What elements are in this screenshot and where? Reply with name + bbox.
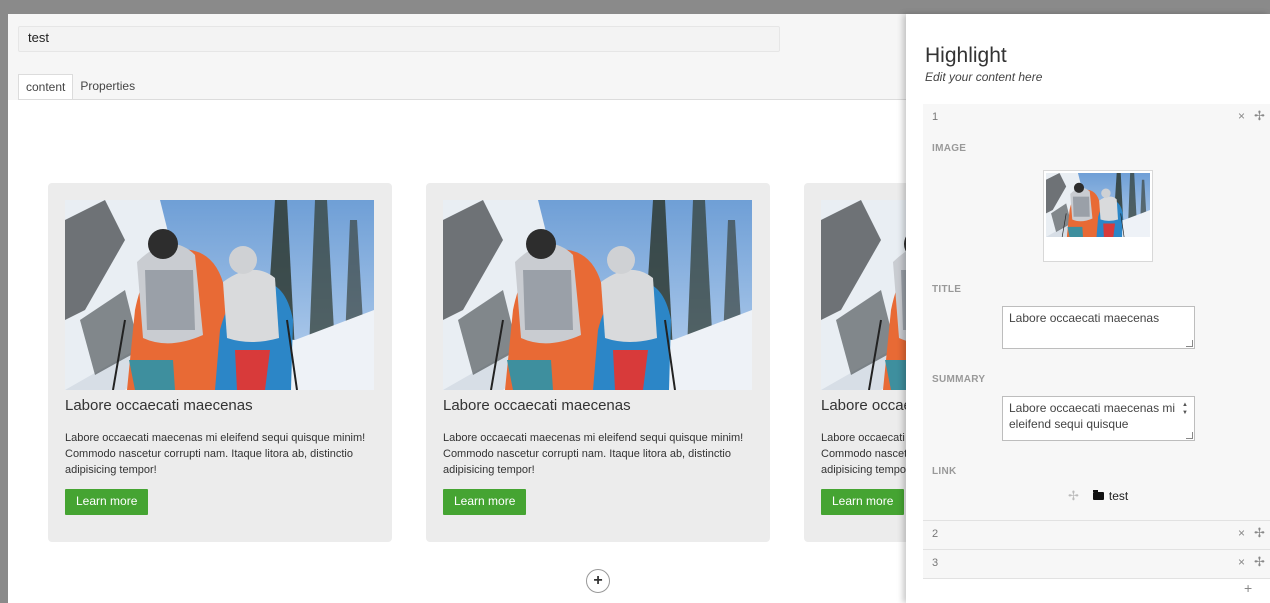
editor-tabs: content Properties [18, 74, 142, 100]
item-number: 1 [932, 111, 939, 123]
resize-handle-icon[interactable] [1186, 432, 1193, 439]
card-summary: Labore occaecati maecenas mi eleifend se… [443, 432, 744, 476]
link-picker[interactable]: ✢ test [1068, 488, 1128, 504]
resize-handle-icon[interactable] [1186, 340, 1193, 347]
editor-header: test content Properties [8, 14, 906, 100]
move-item-icon[interactable]: ✢ [1254, 108, 1265, 124]
card-image [443, 200, 752, 390]
item-body-1: IMAGE TITLE Labore occaecati maecenas SU… [923, 132, 1270, 520]
title-field-label: TITLE [932, 284, 962, 295]
learn-more-button[interactable]: Learn more [821, 489, 905, 515]
move-item-icon[interactable]: ✢ [1254, 554, 1265, 570]
card-image [821, 200, 906, 390]
title-value: Labore occaecati maecenas [1009, 311, 1160, 325]
panel-title: Highlight [925, 44, 1007, 67]
tab-content[interactable]: content [18, 74, 74, 100]
highlight-edit-panel: Highlight Edit your content here 1 × ✢ I… [906, 14, 1270, 603]
item-header-1[interactable]: 1 × ✢ [923, 104, 1270, 132]
remove-item-icon[interactable]: × [1238, 526, 1245, 540]
folder-icon [1092, 490, 1104, 500]
learn-more-button[interactable]: Learn more [443, 489, 527, 515]
remove-item-icon[interactable]: × [1238, 555, 1245, 569]
window-frame-left [0, 0, 8, 603]
page-name-input[interactable]: test [18, 26, 780, 52]
learn-more-button[interactable]: Learn more [65, 489, 149, 515]
link-value[interactable]: test [1109, 489, 1128, 503]
card-summary: Labore occaecati maecenas mi eleifend se… [821, 432, 906, 476]
plus-circle-icon[interactable]: + [586, 569, 610, 593]
image-field-label: IMAGE [932, 143, 967, 154]
summary-textarea[interactable]: Labore occaecati maecenas mi eleifend se… [1002, 396, 1195, 441]
image-thumbnail [1046, 173, 1150, 237]
title-textarea[interactable]: Labore occaecati maecenas [1002, 306, 1195, 349]
item-number: 3 [932, 557, 939, 569]
tabs-divider [18, 99, 906, 100]
remove-item-icon[interactable]: × [1238, 109, 1245, 123]
item-header-3[interactable]: 3 × ✢ [923, 550, 1270, 578]
page-editor: test content Properties Labore occaecati… [8, 14, 906, 603]
scroll-arrows-icon[interactable]: ▲ ▼ [1182, 401, 1190, 417]
tab-properties[interactable]: Properties [73, 74, 142, 100]
add-item-icon[interactable]: + [1244, 580, 1252, 596]
image-picker[interactable] [1043, 170, 1153, 262]
summary-field-label: SUMMARY [932, 374, 986, 385]
card-summary: Labore occaecati maecenas mi eleifend se… [65, 432, 366, 476]
card-title: Labore occaecati maecenas [443, 397, 631, 414]
highlight-card[interactable]: Labore occaecati maecenas Labore occaeca… [426, 183, 770, 542]
panel-subtitle: Edit your content here [925, 70, 1043, 84]
panel-divider [923, 578, 1270, 579]
highlight-card[interactable]: Labore occaecati maecenas Labore occaeca… [804, 183, 906, 542]
item-header-2[interactable]: 2 × ✢ [923, 521, 1270, 549]
item-number: 2 [932, 528, 939, 540]
add-link-icon[interactable]: ✢ [1068, 488, 1079, 504]
summary-value: Labore occaecati maecenas mi eleifend se… [1009, 401, 1176, 431]
card-title: Labore occaecati maecenas [65, 397, 253, 414]
link-field-label: LINK [932, 466, 957, 477]
card-image [65, 200, 374, 390]
highlight-card[interactable]: Labore occaecati maecenas Labore occaeca… [48, 183, 392, 542]
card-title: Labore occaecati maecenas [821, 397, 906, 414]
move-item-icon[interactable]: ✢ [1254, 525, 1265, 541]
window-frame-top [0, 0, 1270, 14]
